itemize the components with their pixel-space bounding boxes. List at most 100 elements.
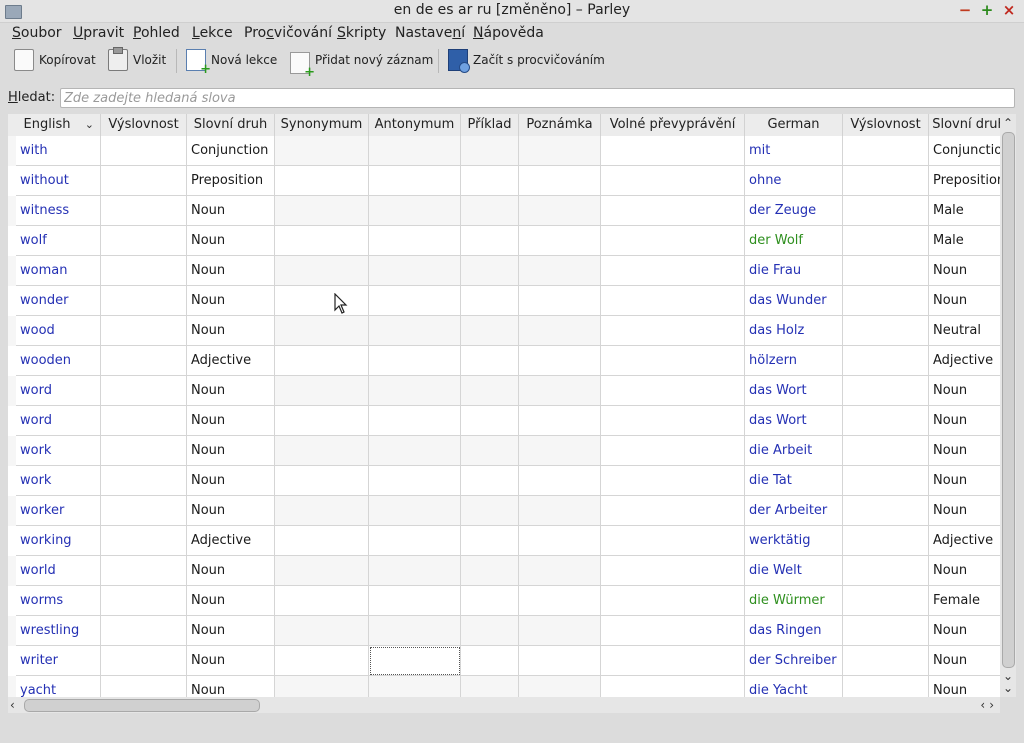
horizontal-scroll-thumb[interactable] (24, 699, 260, 712)
cell-col-comment[interactable] (519, 676, 601, 697)
menu-item[interactable]: Lekce (192, 25, 233, 41)
cell-col-antonym[interactable] (369, 646, 461, 676)
cell-col-german[interactable]: werktätig (745, 526, 843, 556)
cell-col-english[interactable]: wood (16, 316, 101, 346)
cell-col-paraphrase[interactable] (601, 586, 745, 616)
cell-col-synonym[interactable] (275, 256, 369, 286)
cell-col-german-pronunciation[interactable] (843, 496, 929, 526)
cell-col-synonym[interactable] (275, 196, 369, 226)
cell-col-german[interactable]: die Welt (745, 556, 843, 586)
cell-col-synonym[interactable] (275, 616, 369, 646)
cell-col-example[interactable] (461, 286, 519, 316)
cell-col-pronunciation[interactable] (101, 616, 187, 646)
cell-col-german-pronunciation[interactable] (843, 256, 929, 286)
cell-col-paraphrase[interactable] (601, 376, 745, 406)
cell-col-example[interactable] (461, 466, 519, 496)
cell-col-german-pronunciation[interactable] (843, 466, 929, 496)
cell-col-synonym[interactable] (275, 166, 369, 196)
cell-col-german[interactable]: die Arbeit (745, 436, 843, 466)
cell-col-antonym[interactable] (369, 166, 461, 196)
cell-col-comment[interactable] (519, 316, 601, 346)
header-col-example[interactable]: Příklad (461, 114, 519, 136)
vertical-scrollbar[interactable]: ⌃ ⌄ ⌄ (1000, 114, 1016, 697)
cell-col-antonym[interactable] (369, 346, 461, 376)
cell-col-paraphrase[interactable] (601, 616, 745, 646)
header-col-paraphrase[interactable]: Volné převyprávění (601, 114, 745, 136)
cell-col-english[interactable]: work (16, 466, 101, 496)
cell-col-example[interactable] (461, 376, 519, 406)
cell-col-pronunciation[interactable] (101, 376, 187, 406)
cell-col-german-pronunciation[interactable] (843, 286, 929, 316)
cell-col-german-word-type[interactable]: Noun (929, 496, 1000, 526)
cell-col-synonym[interactable] (275, 526, 369, 556)
cell-col-paraphrase[interactable] (601, 256, 745, 286)
cell-col-antonym[interactable] (369, 286, 461, 316)
cell-col-paraphrase[interactable] (601, 526, 745, 556)
cell-col-comment[interactable] (519, 556, 601, 586)
cell-col-antonym[interactable] (369, 196, 461, 226)
cell-col-example[interactable] (461, 496, 519, 526)
cell-col-antonym[interactable] (369, 256, 461, 286)
cell-col-german[interactable]: der Zeuge (745, 196, 843, 226)
cell-col-comment[interactable] (519, 586, 601, 616)
cell-col-german[interactable]: das Holz (745, 316, 843, 346)
table-row[interactable]: wrestling Noun das Ringen Noun (8, 616, 1000, 646)
cell-col-german-word-type[interactable]: Noun (929, 556, 1000, 586)
new-entry-button[interactable]: Přidat nový záznam (290, 45, 433, 80)
close-button[interactable]: × (1000, 1, 1018, 19)
cell-col-pronunciation[interactable] (101, 406, 187, 436)
cell-col-paraphrase[interactable] (601, 226, 745, 256)
cell-col-paraphrase[interactable] (601, 316, 745, 346)
cell-col-english[interactable]: worms (16, 586, 101, 616)
cell-col-paraphrase[interactable] (601, 286, 745, 316)
table-row[interactable]: wonder Noun das Wunder Noun (8, 286, 1000, 316)
table-row[interactable]: with Conjunction mit Conjunction (8, 136, 1000, 166)
cell-col-english[interactable]: witness (16, 196, 101, 226)
menu-item[interactable]: Nastavení (395, 25, 465, 41)
header-col-pronunciation[interactable]: Výslovnost (101, 114, 187, 136)
cell-col-comment[interactable] (519, 286, 601, 316)
cell-col-word-type[interactable]: Preposition (187, 166, 275, 196)
table-row[interactable]: wooden Adjective hölzern Adjective (8, 346, 1000, 376)
cell-col-german[interactable]: mit (745, 136, 843, 166)
table-row[interactable]: working Adjective werktätig Adjective (8, 526, 1000, 556)
cell-col-example[interactable] (461, 196, 519, 226)
cell-col-synonym[interactable] (275, 226, 369, 256)
cell-col-german[interactable]: der Wolf (745, 226, 843, 256)
cell-col-german-word-type[interactable]: Noun (929, 406, 1000, 436)
cell-col-pronunciation[interactable] (101, 346, 187, 376)
cell-col-antonym[interactable] (369, 496, 461, 526)
cell-col-german-pronunciation[interactable] (843, 316, 929, 346)
cell-col-german[interactable]: die Würmer (745, 586, 843, 616)
cell-col-german-word-type[interactable]: Noun (929, 286, 1000, 316)
cell-col-german-pronunciation[interactable] (843, 586, 929, 616)
table-row[interactable]: work Noun die Tat Noun (8, 466, 1000, 496)
cell-col-comment[interactable] (519, 136, 601, 166)
cell-col-german-pronunciation[interactable] (843, 616, 929, 646)
cell-col-example[interactable] (461, 436, 519, 466)
cell-col-pronunciation[interactable] (101, 676, 187, 697)
cell-col-english[interactable]: wolf (16, 226, 101, 256)
cell-col-english[interactable]: writer (16, 646, 101, 676)
cell-col-example[interactable] (461, 406, 519, 436)
cell-col-word-type[interactable]: Noun (187, 556, 275, 586)
table-row[interactable]: worker Noun der Arbeiter Noun (8, 496, 1000, 526)
table-row[interactable]: woman Noun die Frau Noun (8, 256, 1000, 286)
cell-col-german-word-type[interactable]: Neutral (929, 316, 1000, 346)
cell-col-synonym[interactable] (275, 316, 369, 346)
cell-col-german[interactable]: das Wunder (745, 286, 843, 316)
cell-col-english[interactable]: wooden (16, 346, 101, 376)
cell-col-pronunciation[interactable] (101, 136, 187, 166)
cell-col-example[interactable] (461, 226, 519, 256)
cell-col-word-type[interactable]: Noun (187, 286, 275, 316)
cell-col-english[interactable]: woman (16, 256, 101, 286)
cell-col-pronunciation[interactable] (101, 556, 187, 586)
cell-col-paraphrase[interactable] (601, 136, 745, 166)
cell-col-comment[interactable] (519, 226, 601, 256)
cell-col-paraphrase[interactable] (601, 676, 745, 697)
cell-col-german-word-type[interactable]: Noun (929, 676, 1000, 697)
table-row[interactable]: without Preposition ohne Preposition (8, 166, 1000, 196)
table-row[interactable]: word Noun das Wort Noun (8, 406, 1000, 436)
cell-col-german-word-type[interactable]: Adjective (929, 526, 1000, 556)
cell-col-paraphrase[interactable] (601, 166, 745, 196)
